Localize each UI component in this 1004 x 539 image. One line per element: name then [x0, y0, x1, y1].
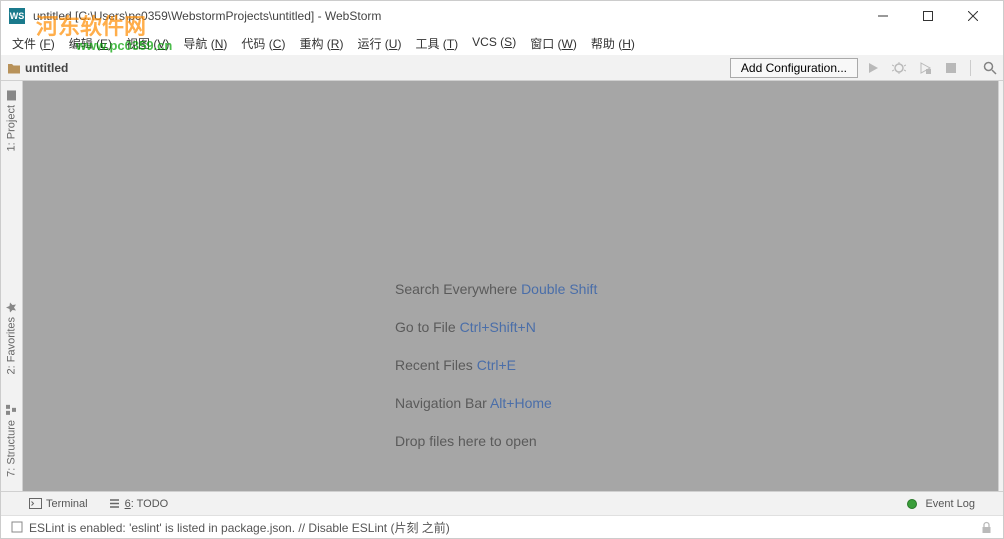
status-bar: ESLint is enabled: 'eslint' is listed in… — [1, 515, 1003, 538]
editor-hint: Navigation Bar Alt+Home — [395, 395, 597, 411]
event-log-button[interactable]: Event Log — [897, 498, 985, 510]
menu-s[interactable]: VCS (S) — [465, 35, 523, 52]
right-gutter — [999, 81, 1003, 491]
run-icon[interactable] — [866, 61, 880, 75]
titlebar: WS untitled [C:\Users\pc0359\WebstormPro… — [1, 1, 1003, 31]
maximize-button[interactable] — [905, 1, 950, 31]
menu-n[interactable]: 导航 (N) — [176, 35, 234, 52]
structure-icon — [6, 404, 18, 416]
menu-t[interactable]: 工具 (T) — [408, 35, 465, 52]
tool-window-project[interactable]: 1: Project — [1, 81, 22, 159]
editor-hint: Recent Files Ctrl+E — [395, 357, 597, 373]
menu-w[interactable]: 窗口 (W) — [523, 35, 584, 52]
todo-icon — [108, 497, 121, 510]
project-icon — [6, 89, 18, 101]
window-controls — [860, 1, 995, 31]
app-icon: WS — [9, 8, 25, 24]
status-message: ESLint is enabled: 'eslint' is listed in… — [29, 519, 450, 536]
menu-f[interactable]: 文件 (F) — [5, 35, 62, 52]
search-icon[interactable] — [983, 61, 997, 75]
tool-window-structure[interactable]: 7: Structure — [1, 396, 22, 485]
navigation-bar: untitled Add Configuration... — [1, 55, 1003, 81]
editor-area[interactable]: Search Everywhere Double Shift Go to File… — [23, 81, 999, 491]
window-title: untitled [C:\Users\pc0359\WebstormProjec… — [33, 9, 860, 23]
menubar: 河东软件网 www.pc0359.cn 文件 (F)编辑 (E)视图 (V)导航… — [1, 31, 1003, 55]
main-area: 1: Project 2: Favorites 7: Structure Sea… — [1, 81, 1003, 491]
star-icon — [6, 301, 18, 313]
stop-icon[interactable] — [944, 61, 958, 75]
menu-r[interactable]: 重构 (R) — [292, 35, 350, 52]
editor-hint: Go to File Ctrl+Shift+N — [395, 319, 597, 335]
folder-icon — [7, 61, 21, 75]
editor-hints: Search Everywhere Double Shift Go to File… — [395, 281, 597, 471]
status-icon — [11, 521, 23, 533]
tool-window-favorites[interactable]: 2: Favorites — [1, 293, 22, 382]
terminal-icon — [29, 497, 42, 510]
menu-e[interactable]: 编辑 (E) — [62, 35, 119, 52]
add-configuration-button[interactable]: Add Configuration... — [730, 58, 858, 78]
editor-hint: Search Everywhere Double Shift — [395, 281, 597, 297]
breadcrumb-label: untitled — [25, 61, 68, 75]
menu-u[interactable]: 运行 (U) — [350, 35, 408, 52]
tool-window-terminal[interactable]: Terminal — [19, 497, 98, 510]
debug-icon[interactable] — [892, 61, 906, 75]
menu-c[interactable]: 代码 (C) — [234, 35, 292, 52]
tool-window-todo[interactable]: 6: TODO — [98, 497, 179, 510]
run-with-coverage-icon[interactable] — [918, 61, 932, 75]
menu-v[interactable]: 视图 (V) — [119, 35, 176, 52]
breadcrumb[interactable]: untitled — [7, 61, 68, 75]
bottom-toolbar: Terminal 6: TODO Event Log — [1, 491, 1003, 515]
menu-h[interactable]: 帮助 (H) — [584, 35, 642, 52]
toolbar-run-group — [866, 60, 997, 76]
close-button[interactable] — [950, 1, 995, 31]
minimize-button[interactable] — [860, 1, 905, 31]
lock-icon[interactable] — [980, 521, 993, 534]
left-gutter: 1: Project 2: Favorites 7: Structure — [1, 81, 23, 491]
notification-dot-icon — [907, 499, 917, 509]
editor-hint: Drop files here to open — [395, 433, 597, 449]
